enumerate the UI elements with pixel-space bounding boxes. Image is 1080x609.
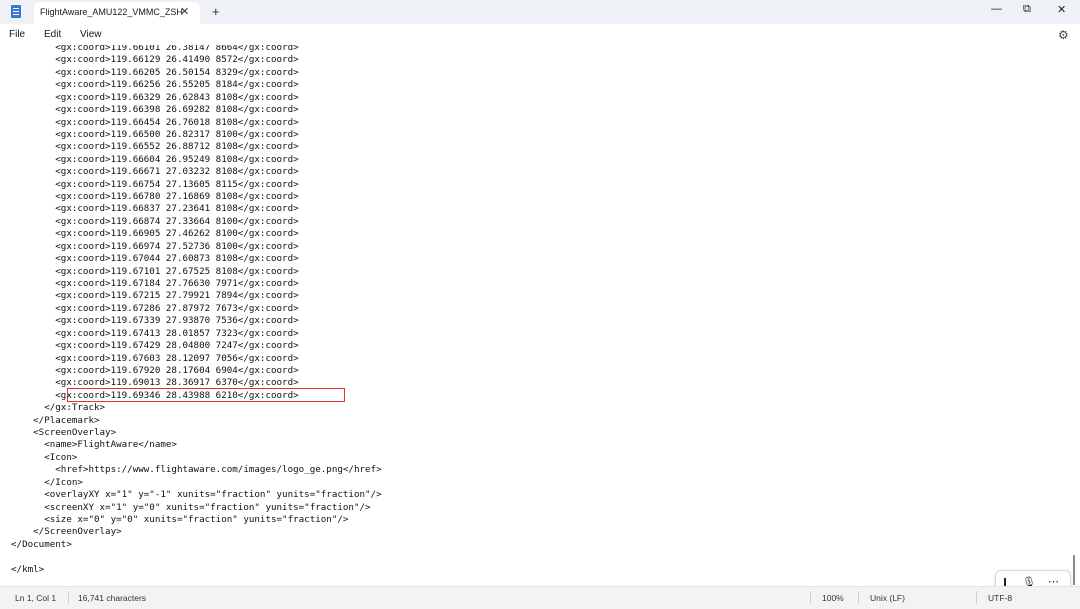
code-line: <href>https://www.flightaware.com/images…: [11, 464, 382, 476]
zoom-level[interactable]: 100%: [822, 593, 844, 603]
code-line: <gx:coord>119.66780 27.16869 8108</gx:co…: [11, 191, 299, 203]
code-line: </kml>: [11, 563, 45, 575]
code-line: <size x="0" y="0" xunits="fraction" yuni…: [11, 513, 349, 525]
menu-bar: File Edit View ⚙: [0, 24, 1080, 45]
scrollbar[interactable]: [1073, 555, 1075, 585]
code-line: <gx:coord>119.66874 27.33664 8100</gx:co…: [11, 215, 299, 227]
code-line: <gx:coord>119.66754 27.13605 8115</gx:co…: [11, 178, 299, 190]
code-line: <Icon>: [11, 451, 78, 463]
code-line: </Icon>: [11, 476, 83, 488]
tab-file[interactable]: FlightAware_AMU122_VMMC_ZSH ✕: [34, 2, 200, 24]
code-line: </Placemark>: [11, 414, 100, 426]
code-line: <gx:coord>119.67920 28.17604 6904</gx:co…: [11, 364, 299, 376]
code-line: <gx:coord>119.66671 27.03232 8108</gx:co…: [11, 166, 299, 178]
code-line: <gx:coord>119.67101 27.67525 8108</gx:co…: [11, 265, 299, 277]
code-line: <gx:coord>119.67413 28.01857 7323</gx:co…: [11, 327, 299, 339]
title-bar: FlightAware_AMU122_VMMC_ZSH ✕ + — ⧉ ✕: [0, 0, 1080, 24]
new-tab-button[interactable]: +: [212, 4, 220, 19]
code-line: <gx:coord>119.66256 26.55205 8184</gx:co…: [11, 79, 299, 91]
code-line: <gx:coord>119.67044 27.60873 8108</gx:co…: [11, 253, 299, 265]
character-count: 16,741 characters: [78, 593, 147, 603]
menu-edit[interactable]: Edit: [44, 29, 61, 40]
code-line: <gx:coord>119.67339 27.93870 7536</gx:co…: [11, 315, 299, 327]
code-line: <gx:coord>119.66329 26.62843 8108</gx:co…: [11, 91, 299, 103]
code-line: <gx:coord>119.66837 27.23641 8108</gx:co…: [11, 203, 299, 215]
code-line: <screenXY x="1" y="0" xunits="fraction" …: [11, 501, 371, 513]
code-line: <gx:coord>119.67286 27.87972 7673</gx:co…: [11, 302, 299, 314]
code-line: <gx:coord>119.66552 26.88712 8108</gx:co…: [11, 141, 299, 153]
minimize-button[interactable]: —: [991, 3, 1002, 15]
code-line: <gx:coord>119.66604 26.95249 8108</gx:co…: [11, 153, 299, 165]
divider: [858, 591, 859, 604]
code-line: <gx:coord>119.66454 26.76018 8108</gx:co…: [11, 116, 299, 128]
cursor-position: Ln 1, Col 1: [15, 593, 57, 603]
code-line: <gx:coord>119.66205 26.50154 8329</gx:co…: [11, 66, 299, 78]
code-line: <gx:coord>119.66974 27.52736 8100</gx:co…: [11, 240, 299, 252]
code-line: <name>FlightAware</name>: [11, 439, 177, 451]
tab-title: FlightAware_AMU122_VMMC_ZSH: [40, 7, 183, 17]
code-line: <overlayXY x="1" y="-1" xunits="fraction…: [11, 489, 382, 501]
close-tab-icon[interactable]: ✕: [180, 5, 189, 18]
notepad-icon: [11, 5, 21, 18]
code-line: <gx:coord>119.66398 26.69282 8108</gx:co…: [11, 104, 299, 116]
code-line: <gx:coord>119.67429 28.04800 7247</gx:co…: [11, 340, 299, 352]
code-line: </Document>: [11, 538, 72, 550]
code-line: </gx:Track>: [11, 402, 106, 414]
code-line: <gx:coord>119.66101 26.38147 8664</gx:co…: [11, 45, 299, 53]
status-bar: Ln 1, Col 1 16,741 characters 100% Unix …: [0, 586, 1080, 609]
maximize-button[interactable]: ⧉: [1023, 3, 1031, 16]
close-window-button[interactable]: ✕: [1057, 3, 1066, 16]
highlight-box: [67, 388, 345, 402]
code-line: </ScreenOverlay>: [11, 526, 122, 538]
gear-icon[interactable]: ⚙: [1058, 28, 1069, 42]
code-line: <gx:coord>119.66905 27.46262 8100</gx:co…: [11, 228, 299, 240]
code-line: <gx:coord>119.66129 26.41490 8572</gx:co…: [11, 54, 299, 66]
code-line: <gx:coord>119.67603 28.12097 7056</gx:co…: [11, 352, 299, 364]
menu-view[interactable]: View: [80, 29, 102, 40]
divider: [810, 591, 811, 604]
code-line: <gx:coord>119.67215 27.79921 7894</gx:co…: [11, 290, 299, 302]
divider: [68, 591, 69, 604]
code-line: <ScreenOverlay>: [11, 427, 117, 439]
menu-file[interactable]: File: [9, 29, 25, 40]
line-ending[interactable]: Unix (LF): [870, 593, 905, 603]
encoding[interactable]: UTF-8: [988, 593, 1012, 603]
code-line: <gx:coord>119.66500 26.82317 8100</gx:co…: [11, 128, 299, 140]
divider: [976, 591, 977, 604]
text-editor[interactable]: <gx:coord>119.66101 26.38147 8664</gx:co…: [0, 45, 1080, 585]
code-line: <gx:coord>119.67184 27.76630 7971</gx:co…: [11, 277, 299, 289]
